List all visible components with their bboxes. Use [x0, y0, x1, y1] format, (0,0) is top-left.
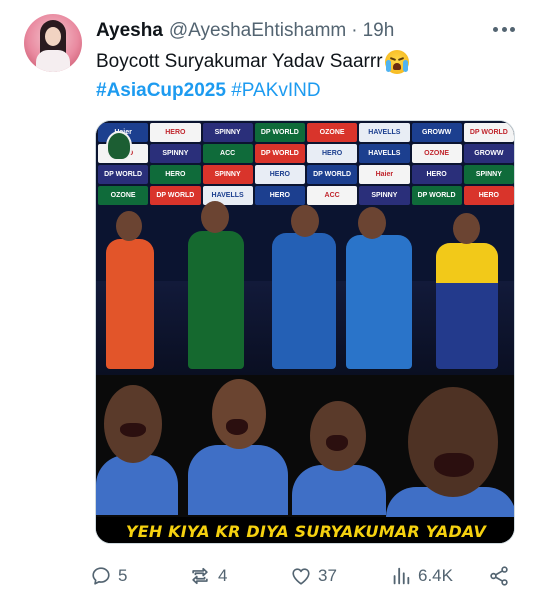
sponsor-tile: HERO: [150, 123, 201, 142]
tweet-text-line: Boycott Suryakumar Yadav Saarrr: [96, 50, 409, 74]
views-button[interactable]: 6.4K: [390, 562, 453, 590]
reply-count: 5: [118, 566, 128, 585]
sponsor-tile: DP WORLD: [98, 165, 149, 184]
sponsor-tile: DP WORLD: [307, 165, 358, 184]
person-pakistan-captain: [188, 231, 244, 369]
sponsor-tile: ACC: [307, 186, 358, 205]
sponsor-tile: DP WORLD: [150, 186, 201, 205]
crying-face-4: [408, 387, 498, 497]
sponsor-tile: HAVELLS: [359, 144, 410, 163]
fan-shirt: [188, 445, 288, 515]
fan-shirt: [96, 455, 178, 515]
share-button[interactable]: [488, 562, 510, 590]
sponsor-tile: Haier: [359, 165, 410, 184]
mouth: [226, 419, 248, 435]
hashtag-pakvind[interactable]: #PAKvIND: [231, 80, 320, 101]
view-count: 6.4K: [418, 566, 453, 585]
sponsor-tile: GROWW: [463, 144, 514, 163]
repost-count: 4: [218, 566, 228, 585]
repost-button[interactable]: 4: [188, 562, 227, 590]
sponsor-tile: SPINNY: [359, 186, 410, 205]
sponsor-tile: OZONE: [98, 186, 149, 205]
separator-dot: ·: [351, 20, 358, 41]
hashtag-asiacup2025[interactable]: #AsiaCup2025: [96, 80, 226, 101]
tweet-time[interactable]: 19h: [363, 20, 395, 42]
loudly-crying-face-icon: [384, 50, 409, 74]
fan-shirt: [292, 465, 386, 515]
crying-fans-meme: YEH KIYA KR DIYA SURYAKUMAR YADAV: [96, 375, 514, 543]
tweet: Ayesha @AyeshaEhtishamm · 19h Boycott Su…: [0, 0, 540, 606]
like-count: 37: [318, 566, 337, 585]
sponsor-tile: SPINNY: [463, 165, 514, 184]
reply-button[interactable]: 5: [90, 562, 127, 590]
sponsor-tile: HERO: [411, 165, 462, 184]
like-button[interactable]: 37: [290, 562, 337, 590]
sponsor-tile: HAVELLS: [359, 123, 410, 142]
sponsor-tile: SPINNY: [150, 144, 201, 163]
sponsor-tile: DP WORLD: [254, 144, 305, 163]
sponsor-tile: OZONE: [307, 123, 358, 142]
reply-icon: [92, 567, 110, 585]
author-name[interactable]: Ayesha: [96, 20, 163, 42]
sponsor-tile: GROWW: [411, 123, 462, 142]
repost-icon: [192, 567, 208, 585]
mouth: [434, 453, 474, 477]
sponsor-tile: SPINNY: [202, 123, 253, 142]
person-head: [453, 213, 480, 244]
mouth: [326, 435, 348, 451]
action-bar: 5 4 37 6.4K: [90, 562, 520, 590]
sponsor-tile: HERO: [150, 165, 201, 184]
person-head: [201, 201, 229, 233]
mouth: [120, 423, 146, 437]
tweet-header: Ayesha @AyeshaEhtishamm · 19h: [96, 20, 394, 44]
share-icon: [490, 566, 508, 586]
hashtags: #AsiaCup2025 #PAKvIND: [96, 80, 321, 102]
sponsor-tile: HERO: [463, 186, 514, 205]
avatar-face: [45, 27, 61, 46]
tweet-text: Boycott Suryakumar Yadav Saarrr: [96, 51, 383, 72]
person-india-captain: [346, 235, 412, 369]
avatar[interactable]: [24, 14, 82, 72]
author-handle[interactable]: @AyeshaEhtishamm: [169, 20, 346, 42]
sponsor-tile: DP WORLD: [254, 123, 305, 142]
person-orange: [106, 239, 154, 369]
person-blue-left: [272, 233, 336, 369]
sponsor-tile: HERO: [254, 165, 305, 184]
crying-face-2: [212, 379, 266, 449]
meme-caption: YEH KIYA KR DIYA SURYAKUMAR YADAV: [96, 517, 514, 543]
avatar-body: [36, 50, 70, 72]
sponsor-tile: DP WORLD: [463, 123, 514, 142]
sponsor-tile: OZONE: [411, 144, 462, 163]
more-options-icon[interactable]: [488, 18, 520, 40]
person-head: [358, 207, 386, 239]
sponsor-tile: HERO: [307, 144, 358, 163]
person-head: [291, 205, 319, 237]
press-conference-photo: HaierHEROSPINNYDP WORLDOZONEHAVELLSGROWW…: [96, 121, 514, 375]
heart-icon: [292, 568, 310, 585]
pcb-logo-icon: [106, 131, 132, 161]
sponsor-tile: SPINNY: [202, 165, 253, 184]
sponsor-tile: DP WORLD: [411, 186, 462, 205]
sponsor-tile: ACC: [202, 144, 253, 163]
tweet-media[interactable]: HaierHEROSPINNYDP WORLDOZONEHAVELLSGROWW…: [95, 120, 515, 544]
sponsor-tile: HERO: [254, 186, 305, 205]
analytics-icon: [393, 567, 410, 585]
person-srilanka: [436, 243, 498, 369]
person-head: [116, 211, 142, 241]
